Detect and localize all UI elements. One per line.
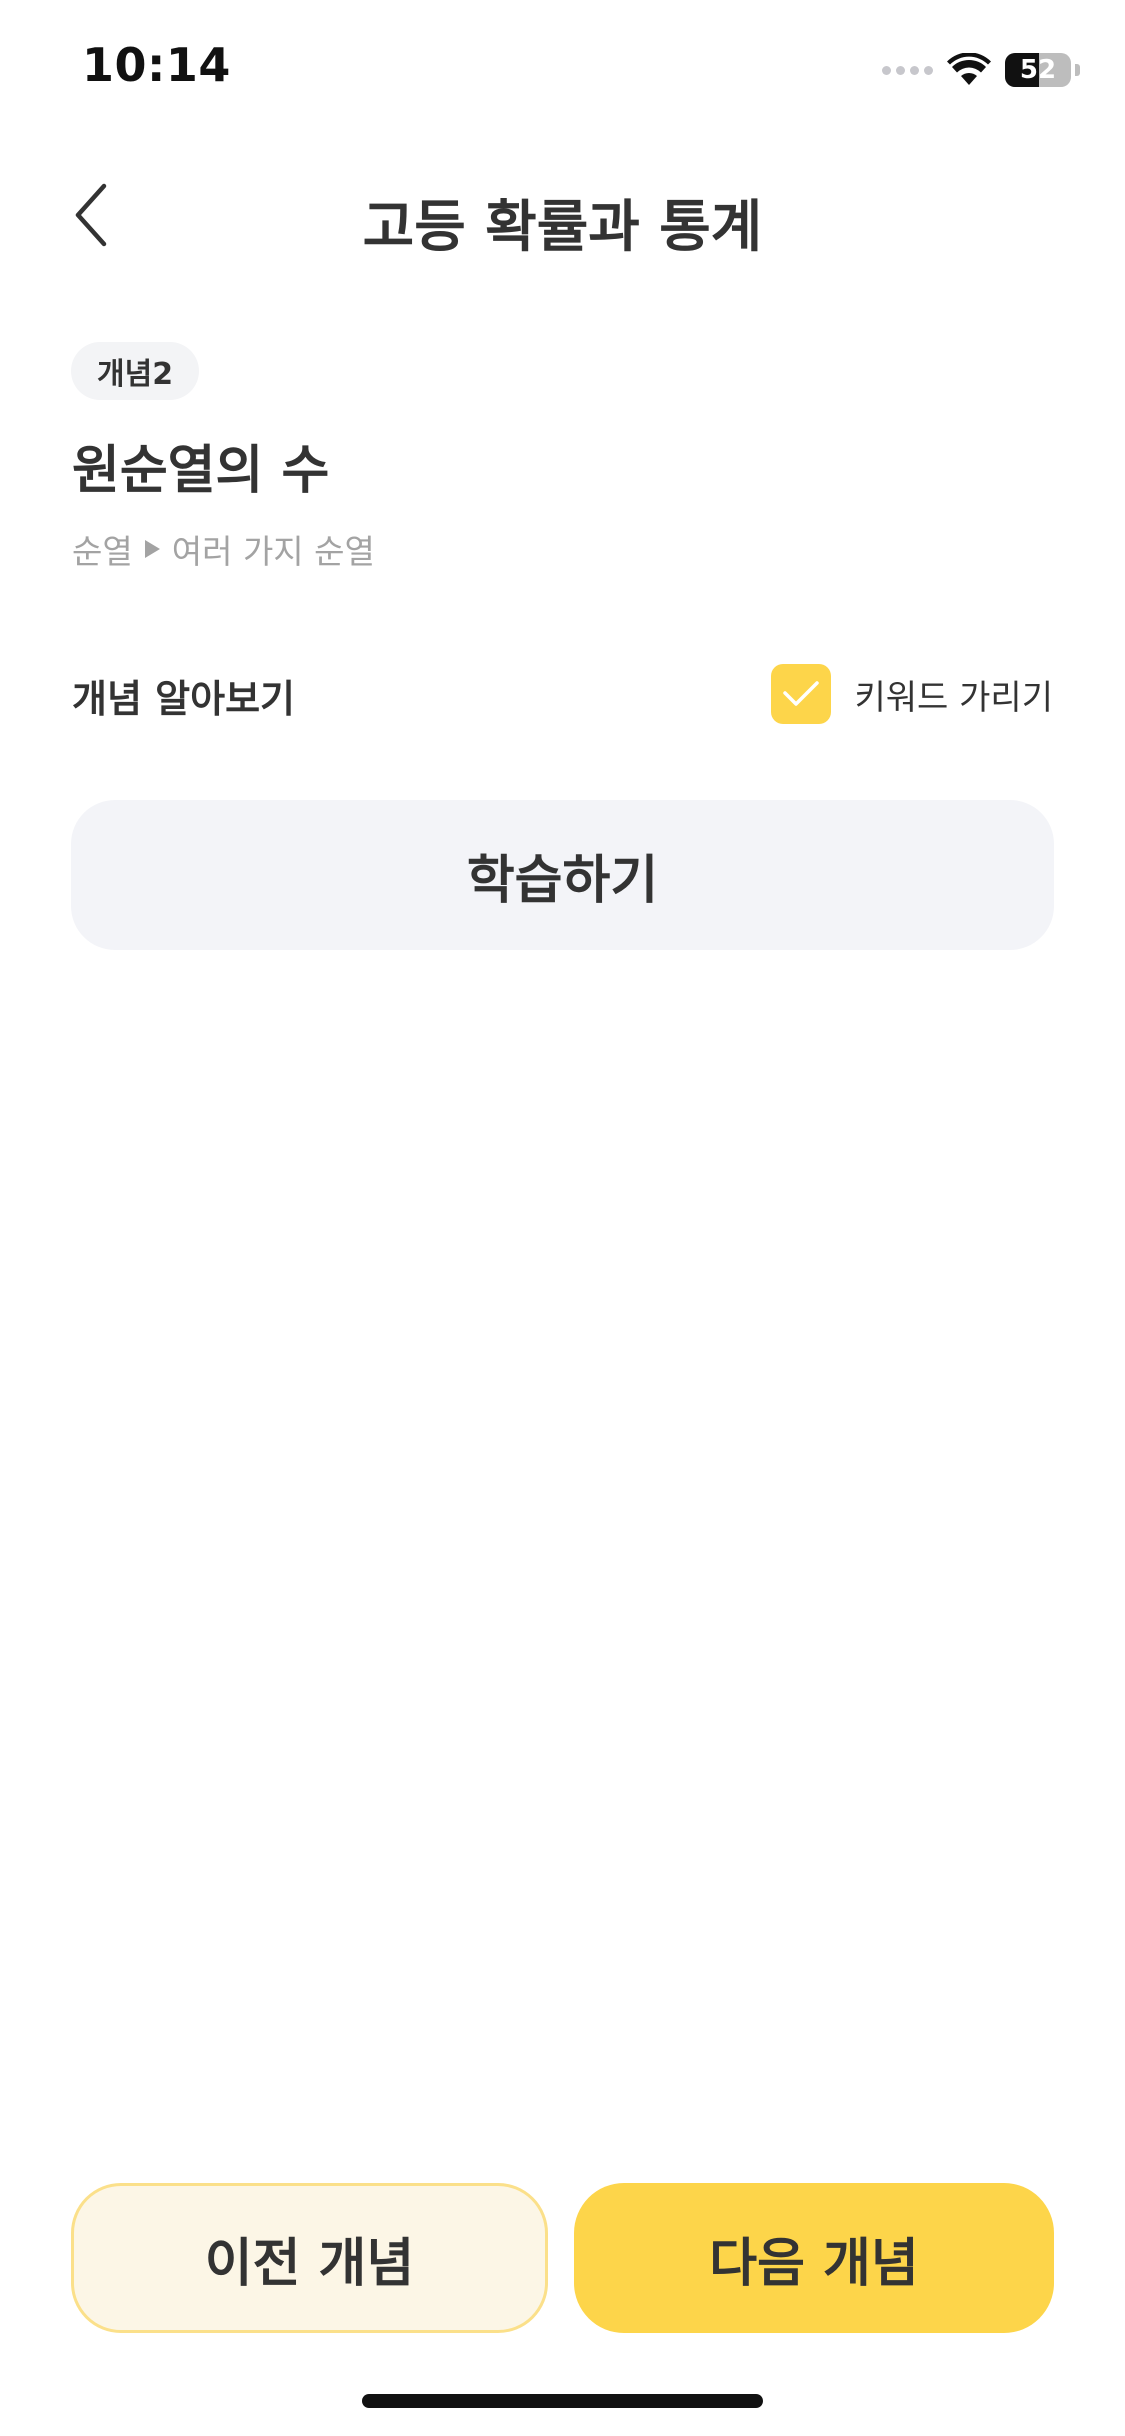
concept-title: 원순열의 수 [72,441,330,501]
study-button-label: 학습하기 [466,850,659,911]
study-button[interactable]: 학습하기 [71,800,1054,950]
status-bar: 10:14 52 [0,0,1125,140]
cellular-signal-icon [882,65,933,75]
section-heading: 개념 알아보기 [72,677,295,721]
keyword-hide-label: 키워드 가리기 [854,677,1054,718]
breadcrumb-current: 여러 가지 순열 [171,532,375,571]
battery-icon: 52 [1005,53,1071,87]
status-time: 10:14 [82,38,231,92]
prev-concept-button[interactable]: 이전 개념 [71,2183,548,2333]
wifi-icon [947,53,991,87]
breadcrumb-parent: 순열 [72,532,133,571]
next-concept-label: 다음 개념 [709,2233,919,2294]
concept-badge-label: 개념2 [97,357,174,392]
header: 고등 확률과 통계 [0,160,1125,270]
battery-cap [1075,64,1080,76]
keyword-hide-toggle[interactable]: 키워드 가리기 [770,662,1054,726]
keyword-hide-checkbox[interactable] [770,664,831,724]
prev-concept-label: 이전 개념 [204,2233,415,2294]
screen: 10:14 52 고등 확률과 통계 개념2 원순열의 수 순열 여러 가지 순… [0,0,1125,2436]
home-indicator [362,2394,763,2408]
status-indicators: 52 [882,50,1080,90]
next-concept-button[interactable]: 다음 개념 [574,2183,1054,2333]
breadcrumb: 순열 여러 가지 순열 [72,525,375,573]
concept-badge: 개념2 [71,342,200,400]
page-title: 고등 확률과 통계 [362,195,763,260]
checkmark-icon [782,681,819,706]
battery-level: 52 [1019,55,1057,85]
triangle-right-icon [144,540,160,558]
